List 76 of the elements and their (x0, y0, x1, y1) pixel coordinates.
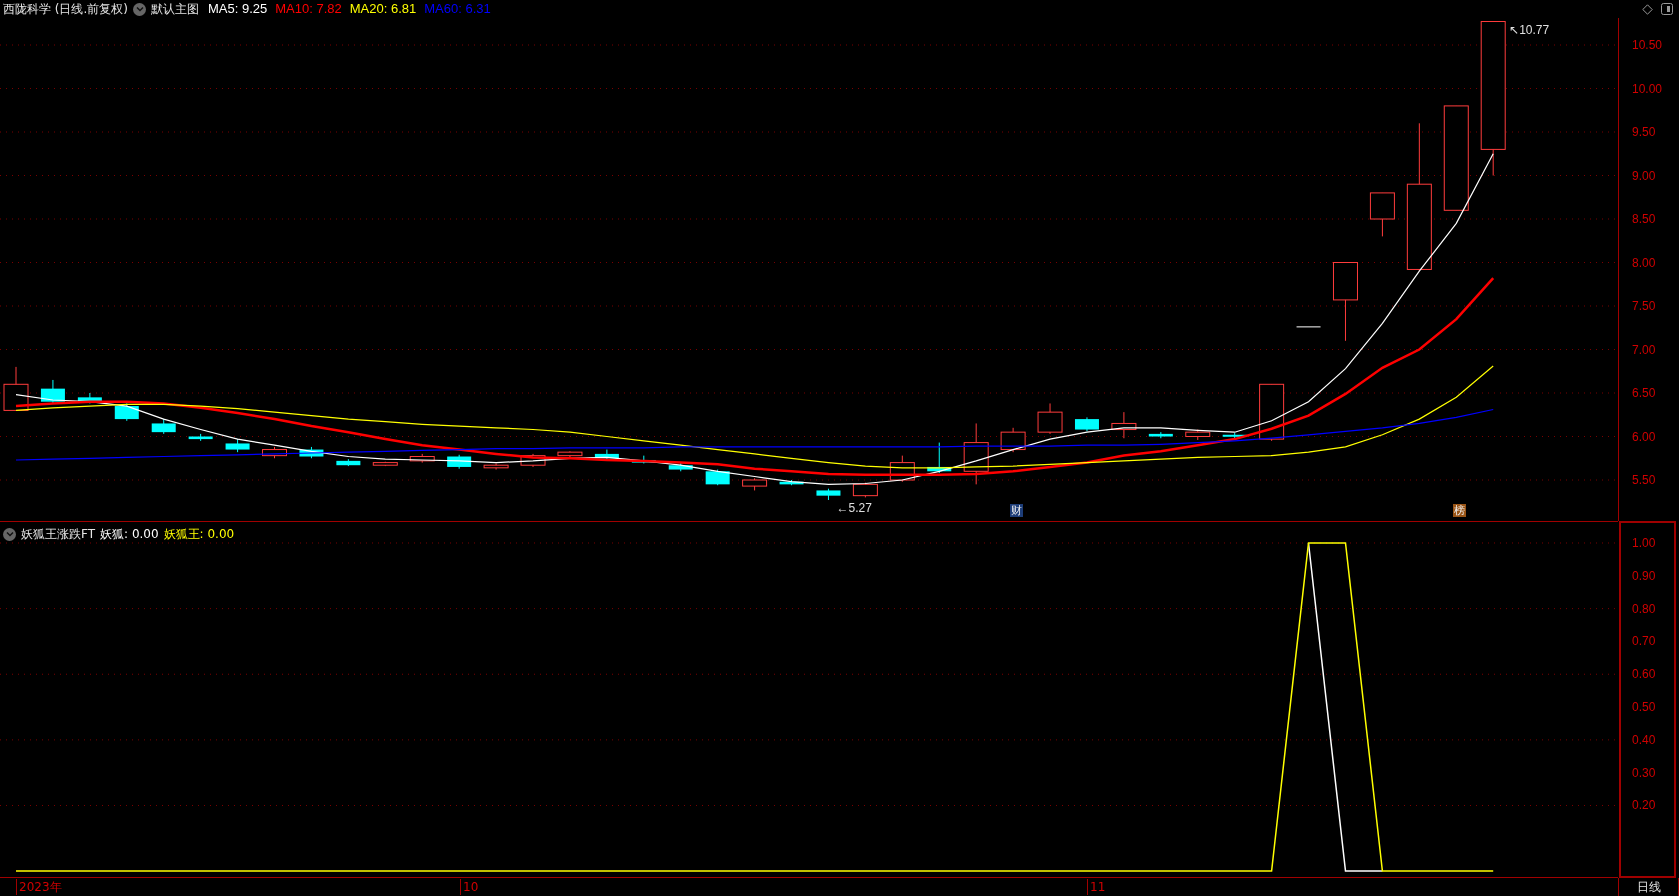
price-axis-label: 8.50 (1632, 211, 1656, 227)
moving-average-label: MA5: 9.25 (208, 0, 268, 19)
candlestick (1185, 429, 1211, 441)
template-label[interactable]: 默认主图 (151, 0, 199, 18)
candlestick (520, 453, 546, 468)
price-axis-label: 8.00 (1632, 254, 1656, 271)
candlestick (1148, 431, 1173, 439)
candlestick (816, 488, 841, 501)
indicator-title: 妖狐王涨跌FT (21, 526, 96, 543)
panel-toggle-icon[interactable] (1661, 3, 1673, 15)
indicator-axis-label: 0.50 (1632, 699, 1656, 716)
candlestick (705, 469, 730, 486)
dropdown-icon[interactable] (133, 2, 146, 16)
moving-average-label: MA60: 6.31 (424, 0, 491, 19)
candlestick (1000, 427, 1026, 453)
stock-title: 西陇科学 (日线.前复权) (3, 1, 128, 18)
date-axis-label: 2023年 (16, 879, 62, 895)
candlestick (188, 433, 213, 442)
indicator-axis-label: 0.30 (1632, 764, 1656, 781)
indicator-axis-label: 0.20 (1632, 797, 1656, 814)
candlestick (1296, 326, 1322, 328)
candlestick (963, 422, 989, 485)
candlestick (594, 449, 619, 460)
price-axis-label: 6.50 (1632, 385, 1656, 401)
candlestick (1369, 192, 1395, 237)
indicator-axis-label: 1.00 (1632, 535, 1656, 551)
low-price-label: ←5.27 (836, 501, 872, 515)
price-axis-label: 6.00 (1632, 428, 1656, 445)
candlestick (77, 392, 102, 404)
indicator-axis-label: 0.90 (1632, 567, 1656, 584)
candlestick (114, 402, 139, 422)
event-badge[interactable]: 榜 (1453, 504, 1466, 517)
candlestick (1259, 383, 1285, 442)
event-badge[interactable]: 财 (1010, 504, 1023, 517)
indicator-axis-label: 0.70 (1632, 633, 1656, 650)
price-axis-label: 9.00 (1632, 167, 1656, 184)
indicator-axis-label: 0.80 (1632, 600, 1656, 617)
price-axis-label: 7.50 (1632, 298, 1656, 314)
candlestick (225, 438, 250, 453)
candlestick (336, 458, 361, 467)
period-label[interactable]: 日线 (1618, 878, 1679, 896)
candlestick (557, 450, 583, 458)
moving-average-label: MA10: 7.82 (275, 0, 342, 19)
price-axis-label: 7.00 (1632, 341, 1656, 358)
candlestick (852, 482, 878, 498)
price-axis-label: 9.50 (1632, 124, 1656, 140)
candlestick (1037, 402, 1063, 435)
date-axis-label: 11 (1087, 879, 1106, 895)
diamond-icon[interactable] (1642, 3, 1653, 15)
candlestick (372, 461, 398, 467)
candlestick (447, 454, 472, 470)
candlestick (1111, 411, 1137, 439)
candlestick (151, 418, 176, 435)
candlestick (668, 462, 693, 472)
candlestick (262, 446, 287, 459)
indicator-axis-label: 0.60 (1632, 666, 1656, 683)
price-axis-label: 10.50 (1632, 37, 1663, 53)
candlestick (3, 366, 29, 411)
dropdown-icon[interactable] (3, 527, 16, 541)
price-axis-label: 5.50 (1632, 472, 1656, 488)
candlestick (40, 379, 65, 404)
candlestick (889, 455, 915, 483)
date-axis-label: 10 (460, 879, 479, 895)
moving-average-label: MA20: 6.81 (349, 0, 417, 19)
indicator-legend: 妖狐王: 0.00 (163, 525, 235, 543)
indicator-legend: 妖狐: 0.00 (100, 525, 159, 543)
candlestick (409, 453, 435, 464)
price-axis-label: 10.00 (1632, 80, 1663, 97)
candlestick (779, 479, 804, 486)
indicator-axis-label: 0.40 (1632, 731, 1656, 748)
candlestick (927, 442, 952, 474)
candlestick (742, 477, 768, 491)
high-price-label: ↖10.77 (1509, 22, 1550, 37)
candlestick (1074, 416, 1099, 432)
candlestick (483, 462, 509, 471)
candlestick (299, 446, 324, 459)
